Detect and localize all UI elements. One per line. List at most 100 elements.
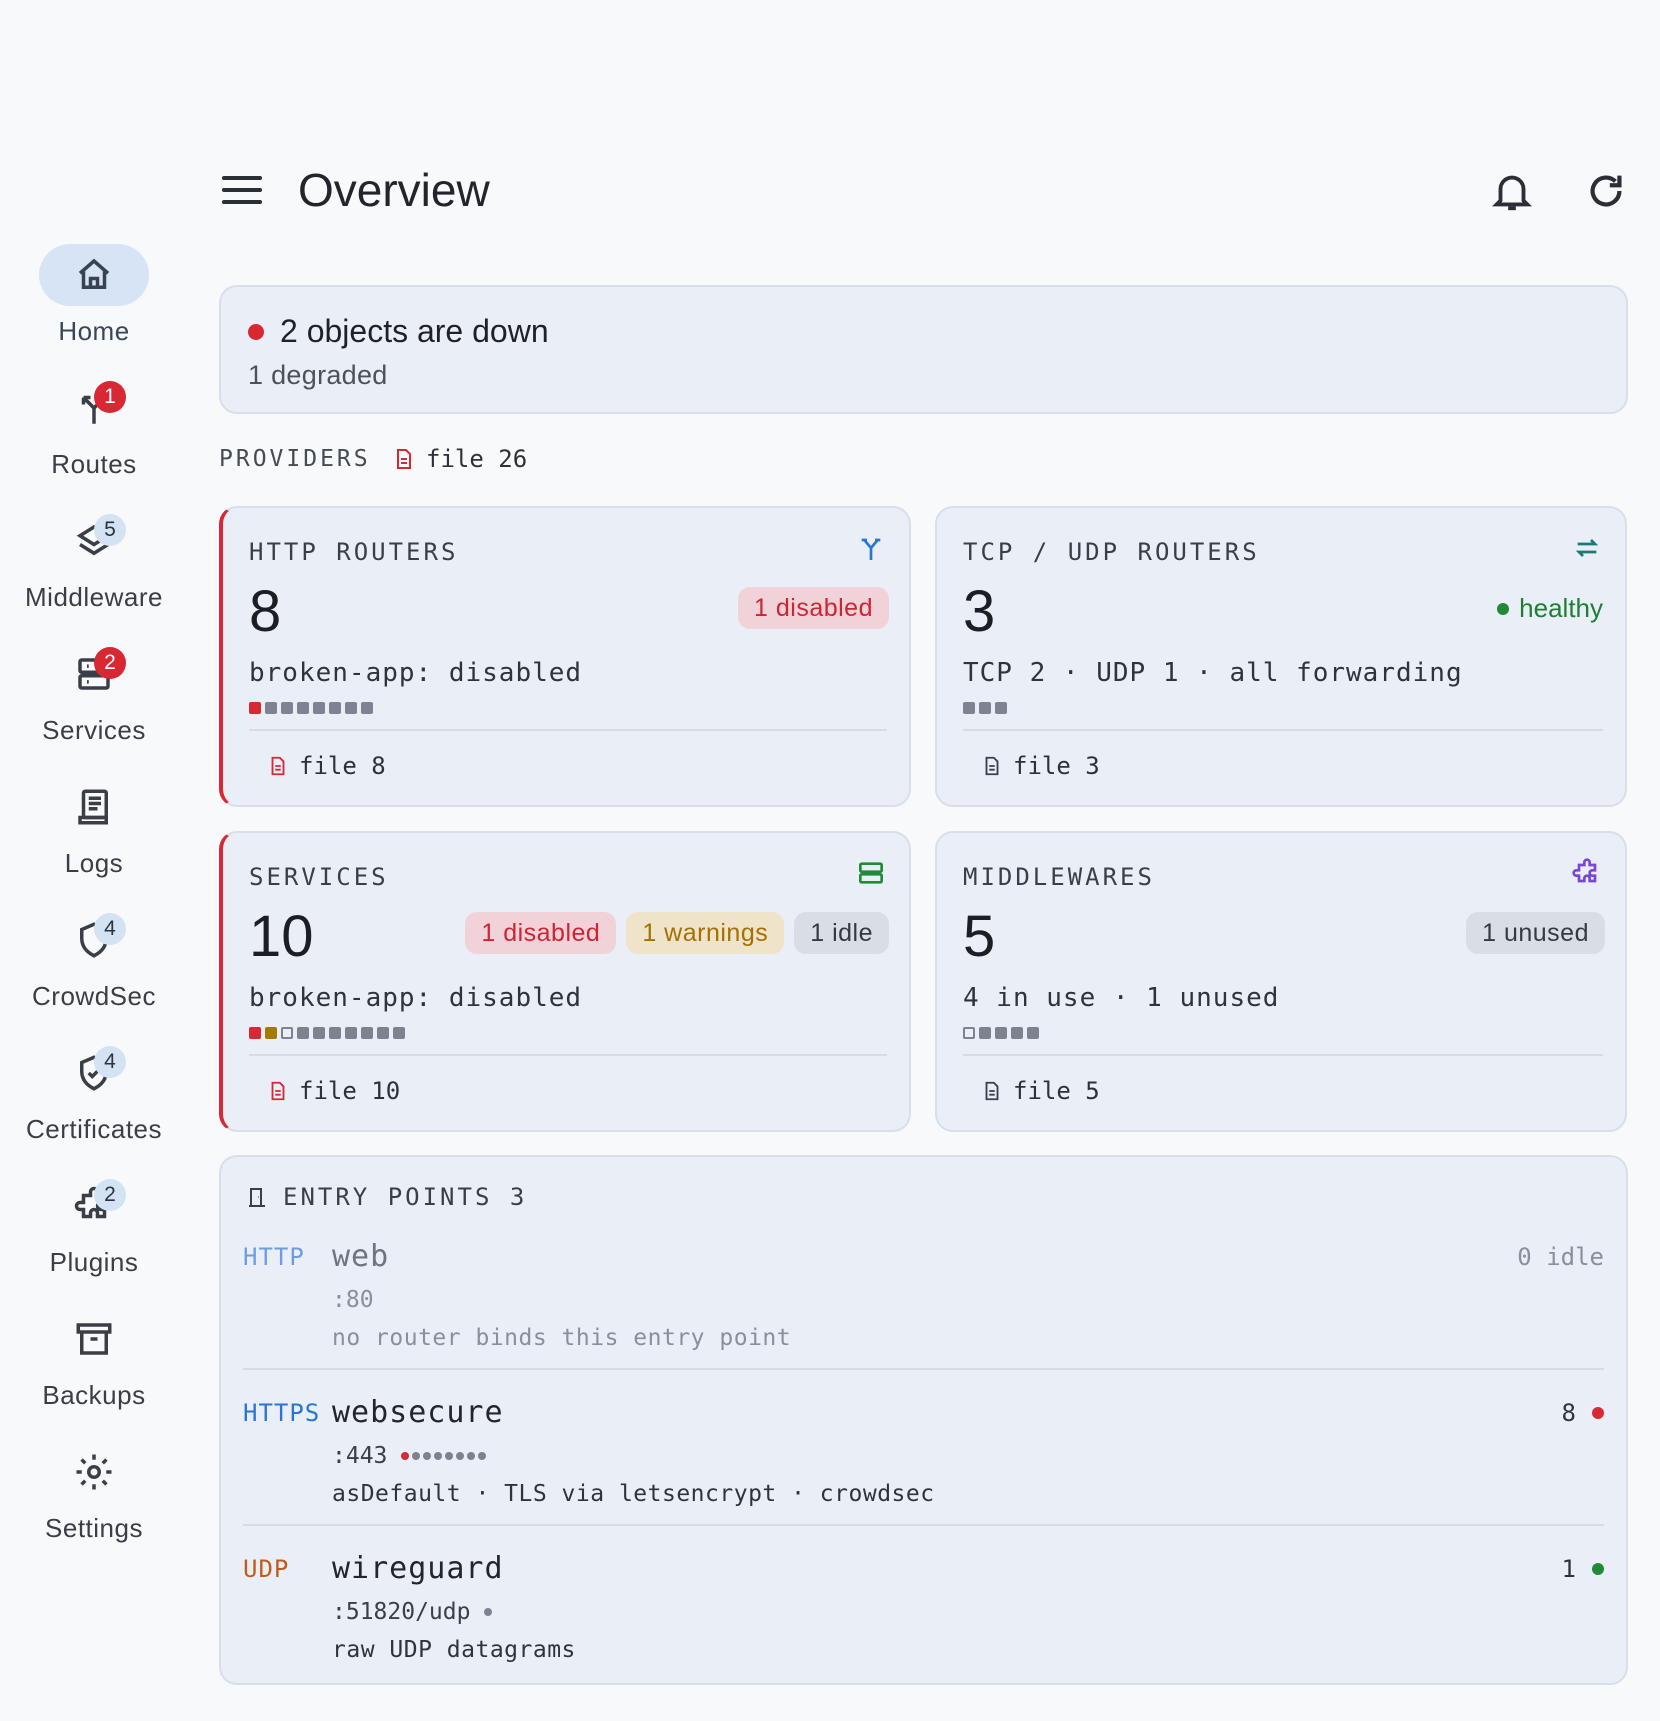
status-square xyxy=(265,702,277,714)
status-square xyxy=(995,702,1007,714)
nav-label: Services xyxy=(42,715,146,745)
entry-point-web[interactable]: HTTP web :80 no router binds this entry … xyxy=(243,1239,1604,1353)
nav-item-services[interactable]: 2 Services xyxy=(0,639,188,749)
services-card[interactable]: SERVICES 10 1 disabled 1 warnings 1 idle… xyxy=(219,831,911,1132)
warnings-pill[interactable]: 1 warnings xyxy=(626,912,785,954)
nav-label: Middleware xyxy=(25,582,163,612)
status-square xyxy=(281,702,293,714)
status-alert[interactable]: 2 objects are down 1 degraded xyxy=(219,285,1628,414)
ep-protocol: HTTPS xyxy=(243,1399,321,1427)
file-label: file 5 xyxy=(1013,1077,1100,1105)
status-square xyxy=(249,702,261,714)
ep-port-label: :80 xyxy=(332,1287,374,1313)
server-icon xyxy=(39,643,149,705)
ep-port: :51820/udp xyxy=(332,1599,493,1625)
ep-port-label: :51820/udp xyxy=(332,1599,471,1625)
middlewares-card[interactable]: MIDDLEWARES 5 1 unused 4 in use · 1 unus… xyxy=(935,831,1627,1132)
nav-item-settings[interactable]: Settings xyxy=(0,1437,188,1547)
nav-item-home[interactable]: Home xyxy=(0,240,188,350)
alert-title: 2 objects are down xyxy=(280,313,549,349)
nav-item-crowdsec[interactable]: 4 CrowdSec xyxy=(0,905,188,1015)
card-title: TCP / UDP ROUTERS xyxy=(963,538,1260,566)
page-title: Overview xyxy=(298,164,490,216)
status-square xyxy=(329,702,341,714)
shield-check-icon xyxy=(39,1042,149,1104)
status-square xyxy=(377,1027,389,1039)
puzzle-icon xyxy=(1571,857,1603,889)
idle-pill[interactable]: 1 idle xyxy=(794,912,889,954)
nav-item-middleware[interactable]: 5 Middleware xyxy=(0,506,188,616)
status-square xyxy=(1011,1027,1023,1039)
card-count: 5 xyxy=(963,904,996,969)
file-label: file 3 xyxy=(1013,752,1100,780)
alert-subtitle: 1 degraded xyxy=(248,360,388,390)
file-icon xyxy=(985,756,999,776)
nav-label: Routes xyxy=(51,449,137,479)
file-provider-link[interactable]: file 3 xyxy=(981,752,1100,780)
bell-icon[interactable] xyxy=(1489,168,1535,214)
card-subtitle: TCP 2 · UDP 1 · all forwarding xyxy=(963,658,1463,688)
ep-status: 0 idle xyxy=(1517,1243,1604,1271)
ep-protocol: UDP xyxy=(243,1555,290,1583)
status-squares xyxy=(963,702,1007,714)
file-provider-link[interactable]: file 8 xyxy=(267,752,386,780)
file-provider-link[interactable]: file 10 xyxy=(267,1077,400,1105)
status-square xyxy=(329,1027,341,1039)
status-square xyxy=(345,702,357,714)
middleware-badge: 5 xyxy=(94,514,126,546)
tcp-udp-routers-card[interactable]: TCP / UDP ROUTERS 3 healthy TCP 2 · UDP … xyxy=(935,506,1627,807)
healthy-status: healthy xyxy=(1497,593,1603,624)
router-dot xyxy=(434,1452,443,1460)
puzzle-icon xyxy=(39,1175,149,1237)
status-square xyxy=(1027,1027,1039,1039)
unused-pill[interactable]: 1 unused xyxy=(1466,912,1605,954)
ep-port-label: :443 xyxy=(332,1443,388,1469)
file-provider-link[interactable]: file 5 xyxy=(981,1077,1100,1105)
entry-point-wireguard[interactable]: UDP wireguard :51820/udp raw UDP datagra… xyxy=(243,1551,1604,1665)
status-squares xyxy=(249,702,373,714)
status-squares xyxy=(249,1027,405,1039)
crowdsec-badge: 4 xyxy=(94,913,126,945)
nav-item-routes[interactable]: 1 Routes xyxy=(0,373,188,483)
router-dot xyxy=(467,1452,476,1460)
status-square xyxy=(393,1027,405,1039)
card-subtitle: broken-app: disabled xyxy=(249,983,583,1013)
card-title: HTTP ROUTERS xyxy=(249,538,459,566)
card-title: MIDDLEWARES xyxy=(963,863,1155,891)
ep-count: 8 xyxy=(1561,1399,1576,1427)
nav-item-backups[interactable]: Backups xyxy=(0,1304,188,1414)
entry-point-websecure[interactable]: HTTPS websecure :443 asDefault · TLS via… xyxy=(243,1395,1604,1509)
status-dot xyxy=(1592,1407,1604,1419)
provider-chip-file[interactable]: file 26 xyxy=(392,445,527,473)
healthy-label: healthy xyxy=(1519,593,1603,623)
door-icon xyxy=(249,1188,265,1207)
file-icon xyxy=(271,1081,285,1101)
ep-status: 1 xyxy=(1562,1555,1604,1583)
divider xyxy=(243,1368,1604,1370)
nav-item-certificates[interactable]: 4 Certificates xyxy=(0,1038,188,1148)
router-dot xyxy=(445,1452,454,1460)
status-square xyxy=(265,1027,277,1039)
status-square xyxy=(979,702,991,714)
status-square xyxy=(297,1027,309,1039)
disabled-pill[interactable]: 1 disabled xyxy=(738,587,889,629)
status-square xyxy=(297,702,309,714)
shield-icon xyxy=(39,909,149,971)
http-routers-card[interactable]: HTTP ROUTERS 8 1 disabled broken-app: di… xyxy=(219,506,911,807)
nav-item-plugins[interactable]: 2 Plugins xyxy=(0,1171,188,1281)
nav-label: Logs xyxy=(64,848,124,878)
status-squares xyxy=(963,1027,1039,1039)
menu-icon[interactable] xyxy=(222,176,262,206)
file-icon xyxy=(985,1081,999,1101)
archive-icon xyxy=(39,1308,149,1370)
file-label: file 10 xyxy=(299,1077,401,1105)
nav-item-logs[interactable]: Logs xyxy=(0,772,188,882)
disabled-pill[interactable]: 1 disabled xyxy=(465,912,617,954)
router-dots xyxy=(401,1452,487,1460)
card-count: 10 xyxy=(249,904,314,969)
nav-label: Plugins xyxy=(49,1247,139,1277)
gear-icon xyxy=(39,1441,149,1503)
refresh-icon[interactable] xyxy=(1583,168,1629,214)
status-square xyxy=(345,1027,357,1039)
nav-label: CrowdSec xyxy=(32,981,156,1011)
